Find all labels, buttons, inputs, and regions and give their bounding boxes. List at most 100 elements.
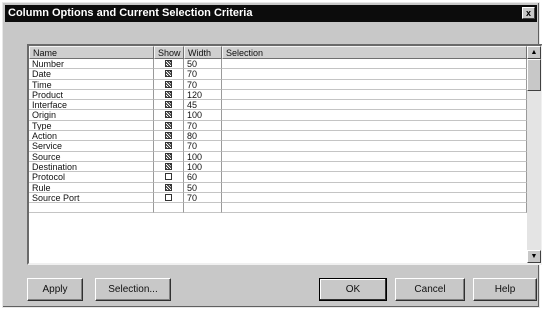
cell-column-name: Date	[29, 69, 154, 80]
cell-selection[interactable]	[222, 203, 527, 214]
cell-width[interactable]: 45	[184, 100, 222, 111]
cell-column-name: Source	[29, 151, 154, 162]
cell-width[interactable]: 60	[184, 172, 222, 183]
show-checkbox[interactable]	[165, 183, 172, 191]
cell-column-name: Product	[29, 89, 154, 101]
column-header-show[interactable]: Show	[154, 46, 184, 59]
cell-width[interactable]: 100	[184, 110, 222, 121]
cell-selection[interactable]	[222, 79, 527, 90]
show-checkbox[interactable]	[165, 193, 172, 201]
cell-column-name: Rule	[29, 182, 154, 193]
cell-selection[interactable]	[222, 182, 527, 193]
cell-width[interactable]: 50	[184, 59, 222, 70]
cell-show	[154, 69, 184, 80]
grid-rows: Number 50 Date 70 Time 70 Product 120 Interface 4…	[29, 59, 527, 214]
table-row[interactable]: Protocol 60	[29, 172, 527, 183]
show-checkbox[interactable]	[165, 121, 172, 129]
cell-selection[interactable]	[222, 161, 527, 173]
column-header-width[interactable]: Width	[184, 46, 222, 59]
cell-column-name	[29, 203, 154, 214]
show-checkbox[interactable]	[165, 70, 172, 78]
cell-show	[154, 100, 184, 111]
table-row[interactable]: Product 120	[29, 89, 527, 101]
cell-selection[interactable]	[222, 172, 527, 183]
show-checkbox[interactable]	[165, 101, 172, 109]
show-checkbox[interactable]	[165, 173, 172, 181]
help-button[interactable]: Help	[473, 278, 537, 301]
cell-width[interactable]: 70	[184, 192, 222, 204]
cell-column-name: Destination	[29, 161, 154, 173]
ok-button[interactable]: OK	[319, 278, 387, 301]
cancel-button[interactable]: Cancel	[395, 278, 465, 301]
cell-column-name: Origin	[29, 110, 154, 121]
cell-column-name: Protocol	[29, 172, 154, 183]
show-checkbox[interactable]	[165, 142, 172, 150]
cell-show	[154, 141, 184, 152]
cell-width[interactable]: 100	[184, 151, 222, 162]
cell-width[interactable]: 80	[184, 131, 222, 142]
cell-show	[154, 151, 184, 162]
cell-column-name: Time	[29, 79, 154, 90]
cell-width[interactable]: 70	[184, 79, 222, 90]
show-checkbox[interactable]	[165, 90, 172, 98]
cell-selection[interactable]	[222, 69, 527, 80]
table-row[interactable]: Interface 45	[29, 100, 527, 111]
show-checkbox[interactable]	[165, 152, 172, 160]
scroll-up-arrow-icon[interactable]: ▲	[527, 46, 541, 59]
cell-selection[interactable]	[222, 59, 527, 70]
cell-selection[interactable]	[222, 151, 527, 162]
show-checkbox[interactable]	[165, 132, 172, 140]
column-header-name[interactable]: Name	[29, 46, 154, 59]
show-checkbox[interactable]	[165, 60, 172, 67]
cell-show	[154, 120, 184, 132]
cell-show	[154, 79, 184, 90]
cell-width[interactable]: 100	[184, 161, 222, 173]
table-row[interactable]: Origin 100	[29, 110, 527, 121]
table-row[interactable]: Number 50	[29, 59, 527, 70]
close-icon[interactable]: x	[522, 7, 535, 19]
table-row[interactable]: Rule 50	[29, 182, 527, 193]
vertical-scrollbar[interactable]: ▲ ▼	[527, 46, 541, 263]
table-row[interactable]: Destination 100	[29, 161, 527, 173]
table-row[interactable]: Source 100	[29, 151, 527, 162]
table-row[interactable]: Date 70	[29, 69, 527, 80]
cell-column-name: Action	[29, 131, 154, 142]
table-row[interactable]: Action 80	[29, 131, 527, 142]
cell-column-name: Service	[29, 141, 154, 152]
cell-selection[interactable]	[222, 89, 527, 101]
cell-show	[154, 182, 184, 193]
cell-width[interactable]: 70	[184, 120, 222, 132]
table-row[interactable]: Type 70	[29, 120, 527, 132]
cell-show	[154, 110, 184, 121]
scrollbar-thumb[interactable]	[527, 59, 541, 91]
cell-selection[interactable]	[222, 131, 527, 142]
cell-selection[interactable]	[222, 141, 527, 152]
cell-selection[interactable]	[222, 110, 527, 121]
cell-width[interactable]	[184, 203, 222, 214]
cell-width[interactable]: 70	[184, 69, 222, 80]
cell-column-name: Source Port	[29, 192, 154, 204]
cell-selection[interactable]	[222, 120, 527, 132]
table-row[interactable]: Service 70	[29, 141, 527, 152]
table-row[interactable]: Source Port 70	[29, 192, 527, 204]
scroll-down-arrow-icon[interactable]: ▼	[527, 250, 541, 263]
table-row[interactable]	[29, 203, 527, 214]
cell-selection[interactable]	[222, 100, 527, 111]
show-checkbox[interactable]	[165, 80, 172, 88]
cell-show	[154, 59, 184, 70]
cell-show	[154, 203, 184, 214]
cell-width[interactable]: 70	[184, 141, 222, 152]
cell-column-name: Number	[29, 59, 154, 70]
show-checkbox[interactable]	[165, 162, 172, 170]
column-header-selection[interactable]: Selection	[222, 46, 527, 59]
show-checkbox[interactable]	[165, 111, 172, 119]
table-row[interactable]: Time 70	[29, 79, 527, 90]
selection-button[interactable]: Selection...	[95, 278, 171, 301]
apply-button[interactable]: Apply	[27, 278, 83, 301]
column-options-grid: Name Show Width Selection Number 50 Date 70…	[27, 44, 542, 265]
dialog-title-bar: Column Options and Current Selection Cri…	[5, 5, 537, 22]
dialog-title: Column Options and Current Selection Cri…	[8, 7, 253, 19]
cell-selection[interactable]	[222, 192, 527, 204]
cell-width[interactable]: 120	[184, 89, 222, 101]
cell-width[interactable]: 50	[184, 182, 222, 193]
